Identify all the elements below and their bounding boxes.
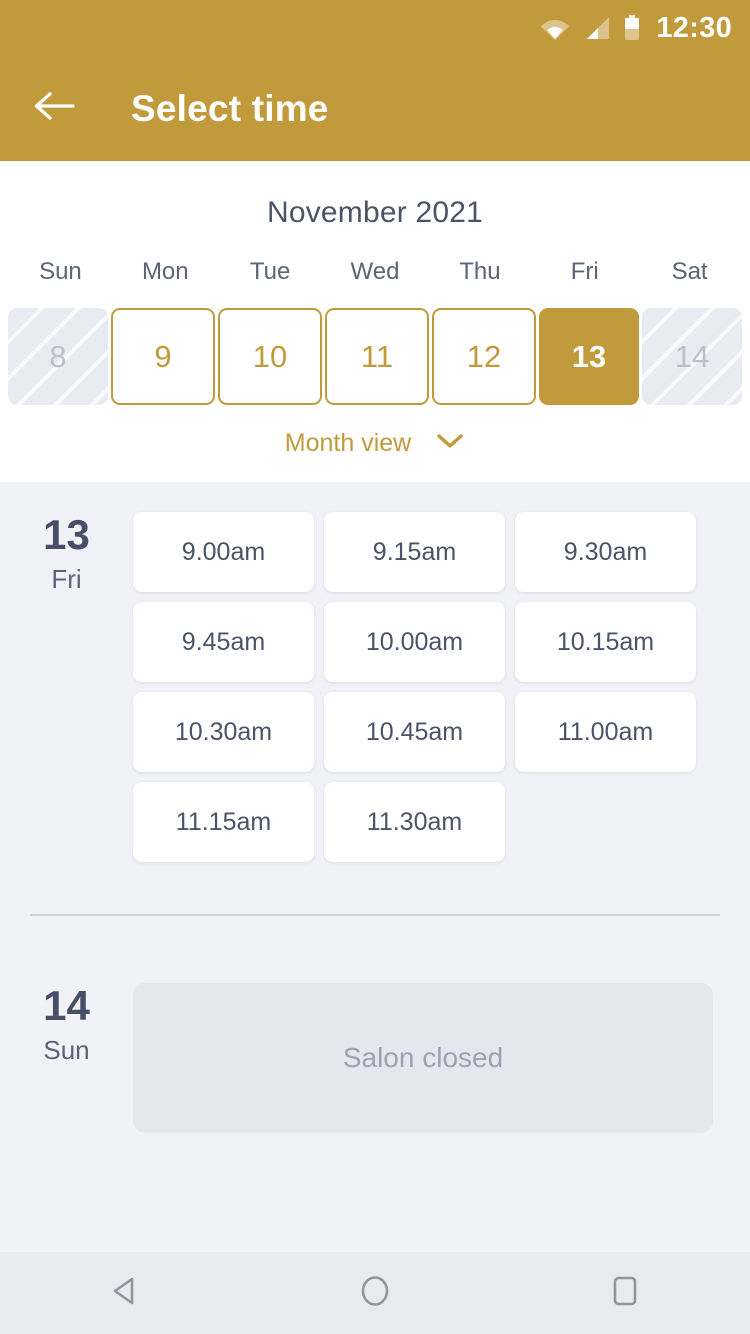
month-view-label: Month view	[284, 429, 412, 457]
cellular-signal-icon	[583, 16, 611, 40]
screen-root: 12:30 Select time November 2021 Sun Mon …	[0, 0, 750, 1334]
battery-icon	[624, 15, 640, 41]
time-slot[interactable]: 11.15am	[133, 782, 314, 862]
time-slot-grid: 9.00am 9.15am 9.30am 9.45am 10.00am 10.1…	[133, 512, 750, 862]
nav-back-triangle-icon	[106, 1272, 144, 1315]
calendar-month-title: November 2021	[266, 196, 484, 229]
calendar-panel: November 2021 Sun Mon Tue Wed Thu Fri Sa…	[0, 161, 750, 482]
calendar-day-8: 8	[8, 308, 108, 405]
schedule-day-number: 14	[43, 982, 90, 1029]
android-nav-bar	[0, 1252, 750, 1334]
nav-back-button[interactable]	[70, 1252, 180, 1334]
nav-home-button[interactable]	[320, 1252, 430, 1334]
time-slot[interactable]: 10.15am	[515, 602, 696, 682]
calendar-day-14: 14	[642, 308, 742, 405]
calendar-days-row: 8 9 10 11 12 13 14	[0, 308, 750, 405]
time-slot[interactable]: 9.00am	[133, 512, 314, 592]
nav-home-circle-icon	[356, 1272, 394, 1315]
wifi-icon	[540, 16, 570, 40]
time-slot[interactable]: 10.00am	[324, 602, 505, 682]
time-slot[interactable]: 9.15am	[324, 512, 505, 592]
weekday-header: Thu	[459, 258, 501, 285]
weekday-header: Sat	[671, 258, 708, 285]
back-button[interactable]	[22, 77, 86, 141]
status-bar-clock: 12:30	[656, 11, 732, 44]
calendar-day-11[interactable]: 11	[325, 308, 429, 405]
back-arrow-icon	[33, 90, 75, 127]
time-slot[interactable]: 11.30am	[324, 782, 505, 862]
weekday-header: Sun	[39, 258, 82, 285]
weekday-header-row: Sun Mon Tue Wed Thu Fri Sat	[0, 258, 750, 286]
schedule-day-group-13: 13 Fri 9.00am 9.15am 9.30am 9.45am 10.00…	[0, 482, 750, 862]
schedule-day-name: Fri	[51, 564, 82, 595]
schedule-day-number: 13	[43, 511, 90, 558]
weekday-header: Tue	[249, 258, 291, 285]
app-bar: Select time	[0, 56, 750, 161]
time-slot[interactable]: 9.30am	[515, 512, 696, 592]
time-slot[interactable]: 10.45am	[324, 692, 505, 772]
weekday-header: Wed	[350, 258, 400, 285]
schedule-content: 13 Fri 9.00am 9.15am 9.30am 9.45am 10.00…	[0, 482, 750, 1252]
schedule-day-label-14: 14 Sun	[0, 982, 133, 1133]
page-title: Select time	[131, 87, 329, 129]
weekday-header: Fri	[570, 258, 599, 285]
chevron-down-icon	[435, 432, 465, 455]
calendar-day-9[interactable]: 9	[111, 308, 215, 405]
time-slot[interactable]: 11.00am	[515, 692, 696, 772]
calendar-day-10[interactable]: 10	[218, 308, 322, 405]
time-slot[interactable]: 10.30am	[133, 692, 314, 772]
nav-recents-button[interactable]	[570, 1252, 680, 1334]
weekday-header: Mon	[141, 258, 189, 285]
nav-recents-square-icon	[606, 1272, 644, 1315]
month-view-toggle[interactable]: Month view	[0, 429, 750, 458]
status-bar: 12:30	[0, 0, 750, 56]
calendar-day-13[interactable]: 13	[539, 308, 639, 405]
salon-closed-card: Salon closed	[133, 983, 713, 1133]
time-slot[interactable]: 9.45am	[133, 602, 314, 682]
schedule-day-label-13: 13 Fri	[0, 511, 133, 862]
schedule-day-group-14: 14 Sun Salon closed	[0, 916, 750, 1133]
calendar-day-12[interactable]: 12	[432, 308, 536, 405]
schedule-day-name: Sun	[43, 1035, 90, 1066]
